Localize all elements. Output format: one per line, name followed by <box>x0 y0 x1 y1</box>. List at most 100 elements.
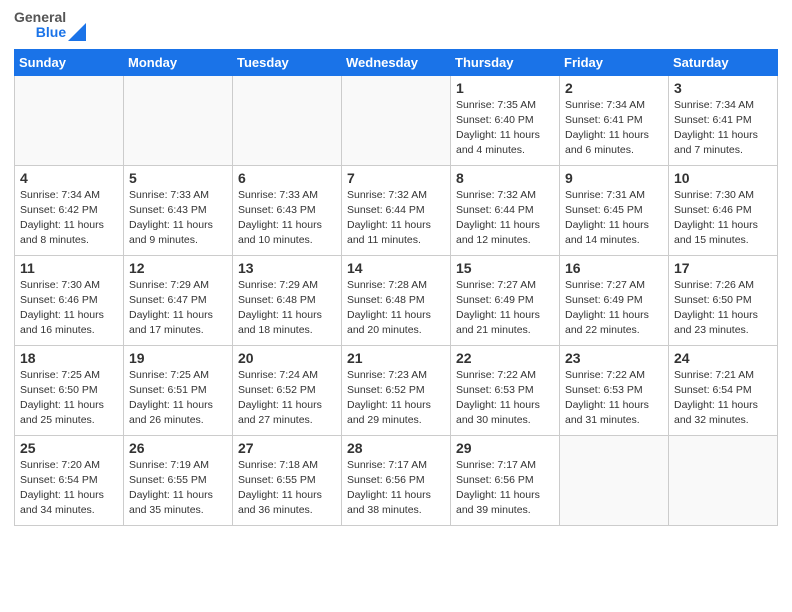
day-cell: 20 Sunrise: 7:24 AM Sunset: 6:52 PM Dayli… <box>233 345 342 435</box>
day-info: Sunrise: 7:25 AM Sunset: 6:51 PM Dayligh… <box>129 368 227 429</box>
day-cell: 27Sunrise: 7:18 AM Sunset: 6:55 PM Dayli… <box>233 435 342 525</box>
day-number: 13 <box>238 260 336 276</box>
day-cell: 9 Sunrise: 7:31 AM Sunset: 6:45 PM Daylig… <box>560 165 669 255</box>
day-number: 18 <box>20 350 118 366</box>
day-number: 5 <box>129 170 227 186</box>
day-info: Sunrise: 7:34 AM Sunset: 6:41 PM Dayligh… <box>565 98 663 159</box>
day-info: Sunrise: 7:19 AM Sunset: 6:55 PM Dayligh… <box>129 458 227 519</box>
day-info: Sunrise: 7:35 AM Sunset: 6:40 PM Dayligh… <box>456 98 554 159</box>
day-cell: 16 Sunrise: 7:27 AM Sunset: 6:49 PM Dayli… <box>560 255 669 345</box>
calendar-page: General Blue SundayMondayTuesdayWednesda… <box>0 0 792 612</box>
day-cell: 29 Sunrise: 7:17 AM Sunset: 6:56 PM Dayli… <box>451 435 560 525</box>
day-info: Sunrise: 7:21 AM Sunset: 6:54 PM Dayligh… <box>674 368 772 429</box>
day-cell: 24 Sunrise: 7:21 AM Sunset: 6:54 PM Dayli… <box>669 345 778 435</box>
day-cell <box>669 435 778 525</box>
week-row-0: 1 Sunrise: 7:35 AM Sunset: 6:40 PM Daylig… <box>15 75 778 165</box>
weekday-wednesday: Wednesday <box>342 49 451 75</box>
day-info: Sunrise: 7:26 AM Sunset: 6:50 PM Dayligh… <box>674 278 772 339</box>
day-cell <box>342 75 451 165</box>
day-cell: 1 Sunrise: 7:35 AM Sunset: 6:40 PM Daylig… <box>451 75 560 165</box>
day-info: Sunrise: 7:22 AM Sunset: 6:53 PM Dayligh… <box>565 368 663 429</box>
week-row-4: 25 Sunrise: 7:20 AM Sunset: 6:54 PM Dayli… <box>15 435 778 525</box>
day-number: 7 <box>347 170 445 186</box>
logo-general: General <box>14 10 66 25</box>
day-cell: 15 Sunrise: 7:27 AM Sunset: 6:49 PM Dayli… <box>451 255 560 345</box>
day-cell: 4 Sunrise: 7:34 AM Sunset: 6:42 PM Daylig… <box>15 165 124 255</box>
day-info: Sunrise: 7:32 AM Sunset: 6:44 PM Dayligh… <box>347 188 445 249</box>
day-cell: 23 Sunrise: 7:22 AM Sunset: 6:53 PM Dayli… <box>560 345 669 435</box>
weekday-tuesday: Tuesday <box>233 49 342 75</box>
day-number: 3 <box>674 80 772 96</box>
day-cell: 26 Sunrise: 7:19 AM Sunset: 6:55 PM Dayli… <box>124 435 233 525</box>
week-row-2: 11 Sunrise: 7:30 AM Sunset: 6:46 PM Dayli… <box>15 255 778 345</box>
day-cell: 22Sunrise: 7:22 AM Sunset: 6:53 PM Dayli… <box>451 345 560 435</box>
day-cell: 3Sunrise: 7:34 AM Sunset: 6:41 PM Daylig… <box>669 75 778 165</box>
day-number: 21 <box>347 350 445 366</box>
day-cell: 5 Sunrise: 7:33 AM Sunset: 6:43 PM Daylig… <box>124 165 233 255</box>
day-number: 6 <box>238 170 336 186</box>
weekday-sunday: Sunday <box>15 49 124 75</box>
header: General Blue <box>14 10 778 41</box>
day-number: 10 <box>674 170 772 186</box>
day-number: 15 <box>456 260 554 276</box>
day-cell: 25 Sunrise: 7:20 AM Sunset: 6:54 PM Dayli… <box>15 435 124 525</box>
logo-blue: Blue <box>36 25 66 40</box>
day-cell: 8Sunrise: 7:32 AM Sunset: 6:44 PM Daylig… <box>451 165 560 255</box>
logo: General Blue <box>14 10 86 41</box>
day-info: Sunrise: 7:32 AM Sunset: 6:44 PM Dayligh… <box>456 188 554 249</box>
day-cell: 18 Sunrise: 7:25 AM Sunset: 6:50 PM Dayli… <box>15 345 124 435</box>
day-info: Sunrise: 7:24 AM Sunset: 6:52 PM Dayligh… <box>238 368 336 429</box>
day-cell: 12Sunrise: 7:29 AM Sunset: 6:47 PM Dayli… <box>124 255 233 345</box>
day-cell: 7 Sunrise: 7:32 AM Sunset: 6:44 PM Daylig… <box>342 165 451 255</box>
day-info: Sunrise: 7:17 AM Sunset: 6:56 PM Dayligh… <box>456 458 554 519</box>
day-info: Sunrise: 7:27 AM Sunset: 6:49 PM Dayligh… <box>565 278 663 339</box>
day-number: 4 <box>20 170 118 186</box>
day-number: 22 <box>456 350 554 366</box>
day-info: Sunrise: 7:34 AM Sunset: 6:42 PM Dayligh… <box>20 188 118 249</box>
day-cell: 13 Sunrise: 7:29 AM Sunset: 6:48 PM Dayli… <box>233 255 342 345</box>
day-cell <box>560 435 669 525</box>
day-info: Sunrise: 7:17 AM Sunset: 6:56 PM Dayligh… <box>347 458 445 519</box>
weekday-friday: Friday <box>560 49 669 75</box>
day-info: Sunrise: 7:33 AM Sunset: 6:43 PM Dayligh… <box>238 188 336 249</box>
day-cell <box>233 75 342 165</box>
day-cell: 14Sunrise: 7:28 AM Sunset: 6:48 PM Dayli… <box>342 255 451 345</box>
weekday-header-row: SundayMondayTuesdayWednesdayThursdayFrid… <box>15 49 778 75</box>
weekday-monday: Monday <box>124 49 233 75</box>
day-number: 9 <box>565 170 663 186</box>
day-number: 1 <box>456 80 554 96</box>
day-number: 24 <box>674 350 772 366</box>
day-info: Sunrise: 7:27 AM Sunset: 6:49 PM Dayligh… <box>456 278 554 339</box>
day-cell: 28 Sunrise: 7:17 AM Sunset: 6:56 PM Dayli… <box>342 435 451 525</box>
day-cell <box>15 75 124 165</box>
day-number: 2 <box>565 80 663 96</box>
day-number: 25 <box>20 440 118 456</box>
week-row-3: 18 Sunrise: 7:25 AM Sunset: 6:50 PM Dayli… <box>15 345 778 435</box>
day-info: Sunrise: 7:33 AM Sunset: 6:43 PM Dayligh… <box>129 188 227 249</box>
weekday-thursday: Thursday <box>451 49 560 75</box>
day-info: Sunrise: 7:29 AM Sunset: 6:48 PM Dayligh… <box>238 278 336 339</box>
day-info: Sunrise: 7:30 AM Sunset: 6:46 PM Dayligh… <box>674 188 772 249</box>
day-cell <box>124 75 233 165</box>
weekday-saturday: Saturday <box>669 49 778 75</box>
day-number: 26 <box>129 440 227 456</box>
day-number: 20 <box>238 350 336 366</box>
day-info: Sunrise: 7:31 AM Sunset: 6:45 PM Dayligh… <box>565 188 663 249</box>
day-info: Sunrise: 7:30 AM Sunset: 6:46 PM Dayligh… <box>20 278 118 339</box>
day-number: 16 <box>565 260 663 276</box>
week-row-1: 4 Sunrise: 7:34 AM Sunset: 6:42 PM Daylig… <box>15 165 778 255</box>
day-number: 11 <box>20 260 118 276</box>
day-number: 14 <box>347 260 445 276</box>
day-info: Sunrise: 7:20 AM Sunset: 6:54 PM Dayligh… <box>20 458 118 519</box>
day-info: Sunrise: 7:18 AM Sunset: 6:55 PM Dayligh… <box>238 458 336 519</box>
day-number: 28 <box>347 440 445 456</box>
logo-triangle-icon <box>68 23 86 41</box>
day-cell: 2 Sunrise: 7:34 AM Sunset: 6:41 PM Daylig… <box>560 75 669 165</box>
day-number: 19 <box>129 350 227 366</box>
day-cell: 19 Sunrise: 7:25 AM Sunset: 6:51 PM Dayli… <box>124 345 233 435</box>
day-cell: 10 Sunrise: 7:30 AM Sunset: 6:46 PM Dayli… <box>669 165 778 255</box>
day-info: Sunrise: 7:25 AM Sunset: 6:50 PM Dayligh… <box>20 368 118 429</box>
day-number: 12 <box>129 260 227 276</box>
day-number: 23 <box>565 350 663 366</box>
day-number: 29 <box>456 440 554 456</box>
